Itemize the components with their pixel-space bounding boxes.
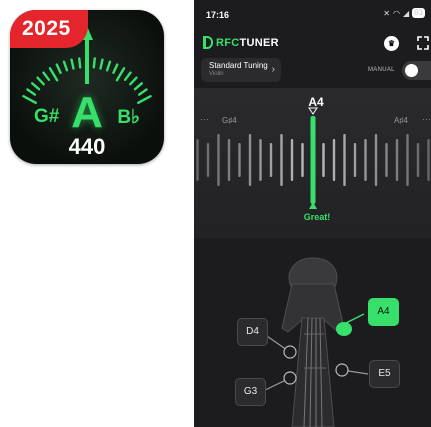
dial-tick <box>92 57 96 69</box>
meter-bar <box>290 139 294 181</box>
meter-bar <box>416 143 420 177</box>
meter-bar <box>280 134 283 186</box>
string-button-e5[interactable]: E5 <box>369 360 400 388</box>
violin-scroll-illustration <box>260 257 369 427</box>
logo-mark-icon <box>203 36 213 49</box>
tuning-selector[interactable]: Standard Tuning Violin › <box>201 58 281 82</box>
status-bar: 17:16 ✕ ◠ ◢ 83 <box>194 0 431 28</box>
phone-screen: 17:16 ✕ ◠ ◢ 83 RFCTUNER ♛ Standard Tunin… <box>194 0 431 427</box>
battery-icon: 83 <box>412 8 425 18</box>
icon-sharp-note: B♭ <box>117 107 140 128</box>
tuning-status: Great! <box>303 212 331 222</box>
string-button-a4[interactable]: A4 <box>368 298 399 326</box>
meter-bar <box>248 134 252 186</box>
dial-tick <box>78 57 82 69</box>
current-note: A4 <box>308 95 324 109</box>
year-badge: 2025 <box>10 10 88 48</box>
meter-bar <box>259 139 262 181</box>
icon-frequency: 440 <box>68 134 106 159</box>
dial-tick <box>115 67 126 82</box>
wifi-icon: ◠ <box>392 8 400 18</box>
tuning-meter: ··· G♯4 A4 A♯4 ··· Great! <box>194 88 431 238</box>
crown-icon[interactable]: ♛ <box>384 36 399 51</box>
icon-main-note: A <box>71 88 103 137</box>
logo-text: RFCTUNER <box>216 36 279 49</box>
icon-flat-note: G# <box>34 106 60 127</box>
meter-bar <box>332 139 336 181</box>
signal-icon: ◢ <box>402 8 410 18</box>
dial-tick <box>123 71 132 82</box>
dial-tick <box>112 63 119 75</box>
mute-icon: ✕ <box>383 8 390 18</box>
next-note-label: A♯4 <box>394 116 408 125</box>
string-button-g3[interactable]: G3 <box>235 378 266 406</box>
meter-bar <box>427 139 430 181</box>
dial-tick <box>99 58 104 70</box>
more-notes-left: ··· <box>200 114 209 124</box>
manual-label: MANUAL <box>368 67 395 73</box>
dial-tick <box>129 76 138 86</box>
string-button-d4[interactable]: D4 <box>237 318 268 346</box>
fullscreen-icon[interactable] <box>417 36 429 50</box>
dial-tick <box>105 60 112 72</box>
more-notes-right: ··· <box>422 114 431 124</box>
meter-bar <box>238 143 241 177</box>
meter-bar <box>385 143 388 177</box>
meter-bar <box>353 143 357 177</box>
toggle-knob <box>405 64 418 77</box>
dial-tick <box>70 58 75 70</box>
app-header: RFCTUNER ♛ <box>194 32 431 54</box>
meter-bar <box>322 143 325 177</box>
app-icon[interactable]: 2025 G# A B♭ 440 <box>10 10 164 164</box>
dial-tick <box>36 76 45 86</box>
meter-bar <box>301 143 304 177</box>
tuning-title: Standard Tuning <box>209 61 268 70</box>
chevron-right-icon: › <box>271 64 275 75</box>
dial-tick <box>55 63 62 75</box>
meter-bar <box>374 134 378 186</box>
manual-toggle[interactable] <box>402 61 431 80</box>
meter-bar <box>227 139 231 181</box>
meter-bar <box>364 139 367 181</box>
meter-bar <box>206 143 210 177</box>
meter-bar <box>343 134 346 186</box>
prev-note-label: G♯4 <box>222 116 237 125</box>
status-time: 17:16 <box>206 10 230 20</box>
meter-bar <box>406 134 409 186</box>
tuning-instrument: Violin <box>209 71 224 77</box>
dial-tick <box>48 67 59 82</box>
meter-bar <box>196 139 199 181</box>
dial-tick <box>62 60 69 72</box>
meter-bar <box>217 134 220 186</box>
dial-tick <box>42 71 51 82</box>
app-logo: RFCTUNER <box>203 36 279 49</box>
meter-bar <box>269 143 273 177</box>
meter-bar <box>395 139 399 181</box>
status-icons: ✕ ◠ ◢ 83 <box>383 8 425 18</box>
icon-note-display: G# A B♭ <box>10 88 164 138</box>
